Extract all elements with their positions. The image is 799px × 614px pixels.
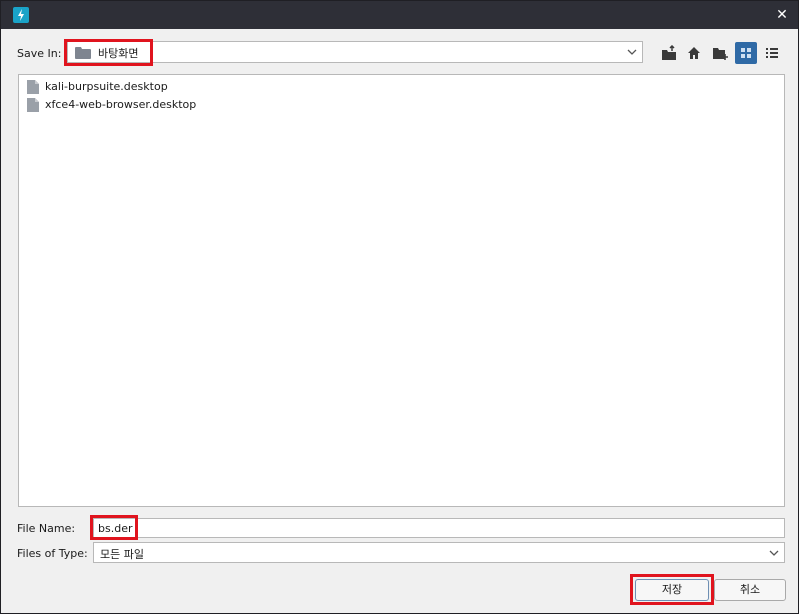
file-name: xfce4-web-browser.desktop	[45, 98, 197, 111]
list-view-button[interactable]	[761, 42, 783, 64]
save-in-combo[interactable]: 바탕화면	[67, 41, 643, 63]
document-icon	[27, 80, 39, 94]
files-of-type-label: Files of Type:	[17, 547, 88, 560]
new-folder-icon	[713, 48, 728, 60]
files-of-type-select[interactable]: 모든 파일	[93, 542, 785, 563]
app-icon	[13, 7, 29, 23]
grid-view-button[interactable]	[735, 42, 757, 64]
home-icon	[688, 47, 700, 59]
file-name-label: File Name:	[17, 522, 76, 535]
grid-view-icon	[741, 48, 751, 58]
save-dialog: ✕ Save In: 바탕화면 kali-burpsuite.desktop x…	[0, 0, 799, 614]
files-of-type-value: 모든 파일	[100, 548, 144, 561]
save-in-value: 바탕화면	[98, 47, 139, 60]
chevron-down-icon	[627, 49, 637, 55]
title-bar[interactable]: ✕	[1, 1, 798, 29]
up-folder-icon	[662, 45, 676, 60]
folder-icon	[75, 47, 91, 59]
cancel-button[interactable]: 취소	[714, 579, 786, 601]
chevron-down-icon	[769, 550, 779, 556]
file-name-input[interactable]	[93, 518, 785, 538]
save-button[interactable]: 저장	[635, 579, 709, 601]
list-view-icon	[766, 48, 778, 58]
home-button[interactable]	[683, 42, 705, 64]
save-in-label: Save In:	[17, 47, 62, 60]
close-icon[interactable]: ✕	[772, 5, 792, 25]
file-list[interactable]: kali-burpsuite.desktop xfce4-web-browser…	[18, 74, 785, 507]
new-folder-button[interactable]	[709, 42, 731, 64]
document-icon	[27, 98, 39, 112]
up-folder-button[interactable]	[658, 42, 680, 64]
file-name: kali-burpsuite.desktop	[45, 80, 168, 93]
